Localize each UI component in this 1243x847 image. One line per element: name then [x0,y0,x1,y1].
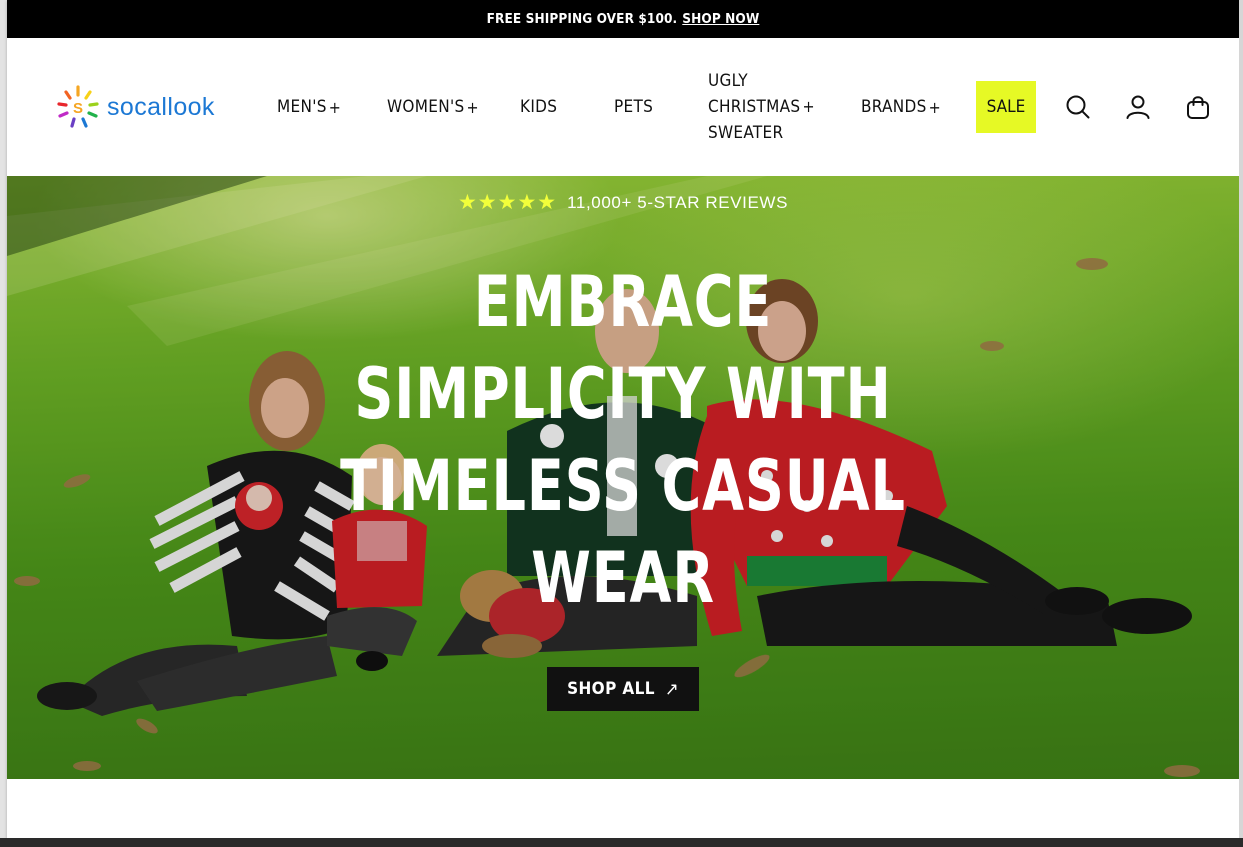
reviews-badge: ★★★★★ 11,000+ 5-STAR REVIEWS [7,190,1239,215]
nav-ugly-line2-text: CHRISTMAS [708,97,801,117]
account-icon[interactable] [1125,94,1151,120]
shop-all-button[interactable]: SHOP ALL ↗ [547,667,699,711]
headline-line4: WEAR [531,537,715,619]
nav-brands-plus-icon: + [928,97,941,117]
bottom-bar [0,838,1243,847]
logo[interactable]: S socallook [55,84,215,130]
nav-brands[interactable]: BRANDS + [861,38,941,176]
nav-pets-label: PETS [614,97,654,117]
nav-ugly-line1: UGLY [708,71,748,91]
search-icon[interactable] [1065,94,1091,120]
nav-kids-label: KIDS [520,97,558,117]
nav-ugly-label: UGLY CHRISTMAS + SWEATER [708,68,815,146]
hero-banner: ★★★★★ 11,000+ 5-STAR REVIEWS EMBRACE SIM… [7,176,1239,779]
shop-now-link[interactable]: SHOP NOW [682,11,759,27]
nav-mens-label: MEN'S [277,97,327,117]
nav-mens-plus-icon: + [328,97,342,117]
reviews-text: 11,000+ 5-STAR REVIEWS [567,192,789,212]
nav-womens[interactable]: WOMEN'S + [387,38,479,176]
page: FREE SHIPPING OVER $100. SHOP NOW S soca… [7,0,1239,838]
nav-pets[interactable]: PETS [614,38,653,176]
announcement-bar: FREE SHIPPING OVER $100. SHOP NOW [7,0,1239,38]
logo-text: socallook [107,92,215,121]
arrow-up-right-icon: ↗ [664,678,679,700]
nav-ugly-line3: SWEATER [708,123,784,143]
nav-ugly-line2: CHRISTMAS + [708,94,815,120]
nav-kids[interactable]: KIDS [520,38,557,176]
nav-womens-plus-icon: + [466,97,479,117]
nav-ugly-christmas-sweater[interactable]: UGLY CHRISTMAS + SWEATER [708,38,815,176]
shop-all-label: SHOP ALL [567,679,655,699]
nav-ugly-plus-icon: + [802,97,815,116]
cart-icon[interactable] [1185,94,1211,120]
sale-button[interactable]: SALE [976,81,1036,133]
svg-text:S: S [73,100,83,117]
headline-line2: SIMPLICITY WITH [354,353,892,435]
announcement-text: FREE SHIPPING OVER $100. [486,11,678,27]
nav-brands-label: BRANDS [861,97,927,117]
page-edge [1239,0,1243,838]
logo-sunburst-icon: S [57,85,99,128]
hero-headline: EMBRACE SIMPLICITY WITH TIMELESS CASUAL … [322,256,924,624]
nav-mens[interactable]: MEN'S + [277,38,341,176]
headline-line3: TIMELESS CASUAL [340,445,906,527]
rating-stars-icon: ★★★★★ [457,191,558,214]
headline-line1: EMBRACE [473,261,773,343]
site-header: S socallook MEN'S + WOMEN'S + KIDS PETS UG… [7,38,1239,176]
nav-womens-label: WOMEN'S [387,97,465,117]
